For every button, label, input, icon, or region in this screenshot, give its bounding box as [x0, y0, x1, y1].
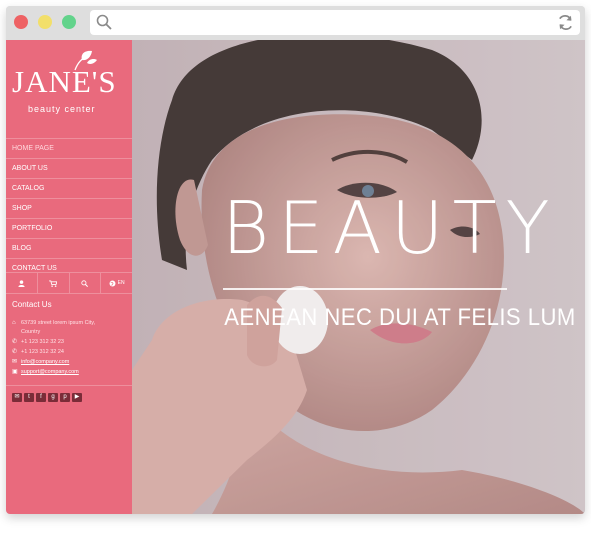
email-social-icon[interactable]: ✉ [12, 393, 22, 402]
brand-name: JANE'S [12, 64, 117, 99]
youtube-icon[interactable]: ▶ [72, 393, 82, 402]
utility-bar: EN [6, 272, 132, 294]
hero-banner: BEAUTY AENEAN NEC DUI AT FELIS LUM [132, 40, 585, 514]
hero-subtitle: AENEAN NEC DUI AT FELIS LUM [224, 304, 576, 331]
email-link-2[interactable]: support@company.com [21, 368, 79, 377]
maximize-window-button[interactable] [62, 15, 76, 29]
contact-phone-1: ✆ +1 123 312 32 23 [12, 338, 128, 347]
contact-email-2: ▣ support@company.com [12, 368, 128, 377]
brand-tagline: beauty center [28, 104, 96, 114]
address-bar[interactable] [90, 10, 580, 35]
language-button[interactable]: EN [101, 273, 132, 293]
nav-item-blog[interactable]: BLOG [6, 238, 132, 258]
pinterest-icon[interactable]: p [60, 393, 70, 402]
hero-title: BEAUTY [222, 186, 559, 270]
hero-divider [223, 288, 507, 290]
envelope-icon: ✉ [12, 359, 18, 365]
globe-icon [109, 280, 116, 286]
social-links: ✉ t f g p ▶ [12, 393, 82, 402]
nav-item-about-us[interactable]: ABOUT US [6, 158, 132, 178]
cart-button[interactable] [38, 273, 70, 293]
address-line-1: 63739 street lorem ipsum City, [21, 320, 96, 326]
google-plus-icon[interactable]: g [48, 393, 58, 402]
support-icon: ▣ [12, 369, 18, 375]
user-icon [18, 279, 25, 287]
contact-address: ⌂ 63739 street lorem ipsum City, Country [12, 319, 128, 337]
search-button[interactable] [70, 273, 102, 293]
logo[interactable]: JANE'S beauty center [12, 50, 126, 120]
nav-item-catalog[interactable]: CATALOG [6, 178, 132, 198]
search-icon [81, 279, 89, 287]
contact-email-1: ✉ info@company.com [12, 358, 128, 367]
contact-block: Contact Us ⌂ 63739 street lorem ipsum Ci… [12, 300, 128, 378]
address-line-2: Country [21, 329, 41, 335]
main-nav: HOME PAGE ABOUT US CATALOG SHOP PORTFOLI… [6, 138, 132, 278]
nav-item-portfolio[interactable]: PORTFOLIO [6, 218, 132, 238]
phone-1: +1 123 312 32 23 [21, 339, 64, 345]
facebook-icon[interactable]: f [36, 393, 46, 402]
email-link-1[interactable]: info@company.com [21, 358, 69, 367]
close-window-button[interactable] [14, 15, 28, 29]
language-label: EN [117, 280, 125, 286]
twitter-icon[interactable]: t [24, 393, 34, 402]
hero-image [132, 40, 585, 514]
divider [6, 385, 132, 386]
browser-window: JANE'S beauty center HOME PAGE ABOUT US … [6, 6, 585, 514]
reload-icon[interactable] [557, 14, 574, 31]
contact-phone-2: ✆ +1 123 312 32 24 [12, 348, 128, 357]
nav-item-shop[interactable]: SHOP [6, 198, 132, 218]
contact-title: Contact Us [12, 300, 52, 309]
browser-toolbar [6, 6, 585, 40]
phone-icon: ✆ [12, 349, 18, 355]
minimize-window-button[interactable] [38, 15, 52, 29]
account-button[interactable] [6, 273, 38, 293]
sidebar: JANE'S beauty center HOME PAGE ABOUT US … [6, 40, 132, 514]
phone-icon: ✆ [12, 339, 18, 345]
home-icon: ⌂ [12, 320, 16, 326]
search-icon[interactable] [96, 14, 112, 30]
nav-item-home-page[interactable]: HOME PAGE [6, 138, 132, 158]
cart-icon [49, 279, 58, 287]
phone-2: +1 123 312 32 24 [21, 349, 64, 355]
